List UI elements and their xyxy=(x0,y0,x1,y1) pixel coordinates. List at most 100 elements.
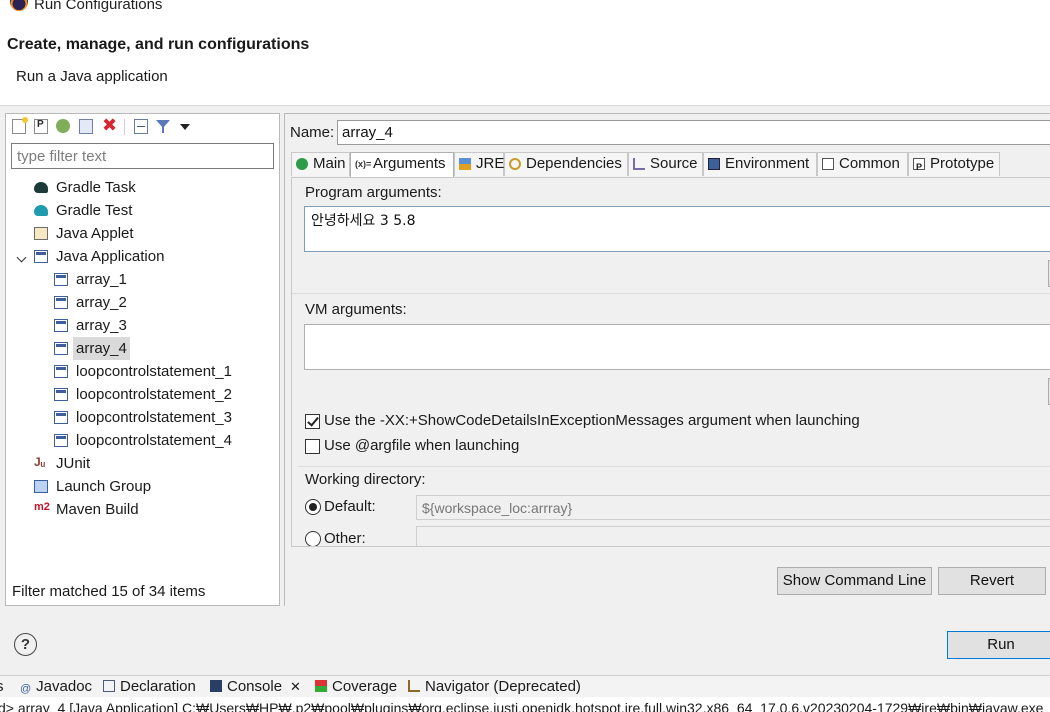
tree-item-label: Java Applet xyxy=(56,225,134,242)
config-toolbar: ✖ xyxy=(6,114,279,140)
tree-item-label: loopcontrolstatement_2 xyxy=(76,386,232,403)
tab-dependencies[interactable]: Dependencies xyxy=(504,152,628,176)
tab-label: Dependencies xyxy=(526,155,622,172)
tab-arguments[interactable]: Arguments xyxy=(350,152,454,177)
tree-item-launch-group[interactable]: Launch Group xyxy=(6,475,279,498)
junit-icon xyxy=(34,451,50,474)
launch-group-icon xyxy=(34,480,48,493)
help-icon[interactable]: ? xyxy=(14,633,37,656)
tree-item-maven-build[interactable]: Maven Build xyxy=(6,496,279,521)
tree-item-java-application[interactable]: Java Application xyxy=(6,245,279,268)
java-application-icon xyxy=(54,411,68,424)
config-tabs: Main Arguments JRE Dependencies Source E… xyxy=(291,152,1050,178)
java-application-icon xyxy=(54,365,68,378)
view-menu-icon[interactable] xyxy=(180,124,190,130)
tree-item-array-4[interactable]: array_4 xyxy=(6,337,279,360)
coverage-icon xyxy=(315,680,327,692)
default-dir-radio[interactable] xyxy=(305,499,321,515)
tree-item-label: loopcontrolstatement_4 xyxy=(76,432,232,449)
close-icon[interactable]: ✕ xyxy=(290,679,301,694)
view-tab-label: Declaration xyxy=(120,678,196,695)
tab-jre[interactable]: JRE xyxy=(454,152,504,176)
dialog-title: Create, manage, and run configurations xyxy=(7,36,310,53)
checkbox-label: Use @argfile when launching xyxy=(324,437,520,454)
view-tab-problems[interactable]: s xyxy=(0,678,4,695)
tree-item-label: array_3 xyxy=(76,317,127,334)
name-field[interactable] xyxy=(337,120,1050,145)
show-command-line-button[interactable]: Show Command Line xyxy=(777,567,932,595)
java-application-icon xyxy=(54,319,68,332)
configuration-list-panel: ✖ Gradle Task Gradle Test Java Applet Ja… xyxy=(5,113,280,606)
revert-button[interactable]: Revert xyxy=(938,567,1046,595)
console-icon xyxy=(210,680,222,692)
tree-item-loopcontrolstatement-2[interactable]: loopcontrolstatement_2 xyxy=(6,383,279,406)
view-tab-label: s xyxy=(0,678,4,695)
program-arguments-label: Program arguments: xyxy=(305,184,442,201)
delete-icon[interactable]: ✖ xyxy=(102,115,118,135)
view-tab-navigator[interactable]: Navigator (Deprecated) xyxy=(408,678,581,695)
view-tab-coverage[interactable]: Coverage xyxy=(315,678,397,695)
name-label: Name: xyxy=(290,124,335,141)
program-arguments-field[interactable]: 안녕하세요 3 5.8 xyxy=(304,206,1050,252)
view-tab-declaration[interactable]: Declaration xyxy=(103,678,196,695)
new-config-icon[interactable] xyxy=(12,117,28,134)
declaration-icon xyxy=(103,680,115,692)
tab-label: Prototype xyxy=(930,155,995,172)
tab-common[interactable]: Common xyxy=(817,152,908,176)
tree-item-label: Gradle Task xyxy=(56,179,136,196)
tree-item-junit[interactable]: JUnit xyxy=(6,451,279,475)
view-tab-console[interactable]: Console ✕ xyxy=(210,678,301,695)
vm-arguments-field[interactable] xyxy=(304,324,1050,370)
expand-chevron-icon[interactable] xyxy=(16,252,27,263)
jre-icon xyxy=(459,158,471,170)
source-icon xyxy=(633,158,645,170)
new-prototype-icon[interactable] xyxy=(34,119,48,134)
view-tab-javadoc[interactable]: @ Javadoc xyxy=(20,678,92,695)
tree-item-array-1[interactable]: array_1 xyxy=(6,268,279,291)
tab-label: Source xyxy=(650,155,698,172)
window-title: Run Configurations xyxy=(34,0,163,13)
tree-item-label: JUnit xyxy=(56,455,91,472)
tab-prototype[interactable]: Prototype xyxy=(908,152,1000,178)
filter-input[interactable] xyxy=(11,143,274,169)
environment-icon xyxy=(708,158,720,170)
tab-source[interactable]: Source xyxy=(628,152,703,176)
checkbox-label: Use the -XX:+ShowCodeDetailsInExceptionM… xyxy=(324,412,860,429)
dialog-header: Create, manage, and run configurations R… xyxy=(0,20,1050,106)
tree-item-gradle-test[interactable]: Gradle Test xyxy=(6,199,279,222)
radio-label: Other: xyxy=(324,530,366,547)
tree-item-loopcontrolstatement-1[interactable]: loopcontrolstatement_1 xyxy=(6,360,279,383)
duplicate-icon[interactable] xyxy=(79,119,93,134)
tree-item-array-3[interactable]: array_3 xyxy=(6,314,279,337)
tab-main[interactable]: Main xyxy=(291,152,350,176)
tab-label: Main xyxy=(313,155,346,172)
argfile-checkbox[interactable] xyxy=(305,439,320,454)
java-applet-icon xyxy=(34,227,48,240)
filter-icon[interactable] xyxy=(156,119,170,133)
eclipse-logo-icon xyxy=(10,0,28,11)
collapse-all-icon[interactable] xyxy=(134,119,148,134)
tree-item-gradle-task[interactable]: Gradle Task xyxy=(6,176,279,199)
java-application-icon xyxy=(54,296,68,309)
radio-label: Default: xyxy=(324,498,376,515)
tree-item-array-2[interactable]: array_2 xyxy=(6,291,279,314)
tree-item-loopcontrolstatement-3[interactable]: loopcontrolstatement_3 xyxy=(6,406,279,429)
toolbar-separator xyxy=(124,119,125,135)
run-button[interactable]: Run xyxy=(947,631,1050,659)
tree-item-label: Gradle Test xyxy=(56,202,133,219)
tab-environment[interactable]: Environment xyxy=(703,152,817,176)
other-dir-radio[interactable] xyxy=(305,531,321,546)
other-dir-field[interactable] xyxy=(416,526,1050,546)
showcode-checkbox[interactable] xyxy=(305,414,320,429)
view-tab-label: Navigator (Deprecated) xyxy=(425,678,581,695)
prototype-icon xyxy=(913,156,925,178)
tree-item-loopcontrolstatement-4[interactable]: loopcontrolstatement_4 xyxy=(6,429,279,452)
main-tab-icon xyxy=(296,158,308,170)
divider xyxy=(292,293,1050,294)
tree-item-java-applet[interactable]: Java Applet xyxy=(6,222,279,245)
export-icon[interactable] xyxy=(56,119,70,133)
java-application-icon xyxy=(54,434,68,447)
tree-item-label: Java Application xyxy=(56,248,165,265)
vm-arguments-label: VM arguments: xyxy=(305,301,407,318)
tree-item-label: loopcontrolstatement_3 xyxy=(76,409,232,426)
